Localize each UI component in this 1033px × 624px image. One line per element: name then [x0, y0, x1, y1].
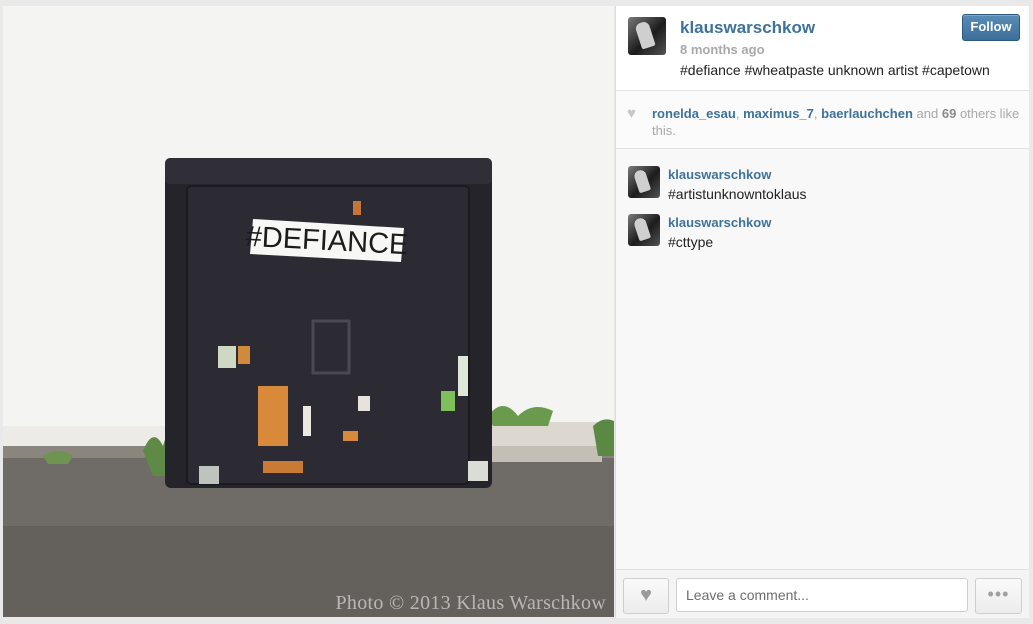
photo-watermark: Photo © 2013 Klaus Warschkow [335, 592, 606, 614]
heart-icon: ♥ [640, 584, 652, 606]
likes-text: ronelda_esau, maximus_7, baerlauchchen a… [652, 106, 1020, 138]
post-caption: #defiance #wheatpaste unknown artist #ca… [680, 62, 990, 78]
comment-text: #cttype [668, 234, 714, 250]
owner-avatar[interactable] [628, 17, 666, 55]
owner-username[interactable]: klauswarschkow [680, 18, 815, 38]
heart-icon: ♥ [627, 105, 636, 122]
follow-button[interactable]: Follow [962, 14, 1020, 41]
commenter-avatar[interactable] [628, 214, 660, 246]
post-viewer: #DEFIANCE Photo © 2013 Klaus Warschkow k… [0, 0, 1033, 624]
photo-scene: #DEFIANCE [3, 6, 614, 617]
comment-item: klauswarschkow #artistunknowntoklaus [616, 164, 1029, 208]
comments-list: klauswarschkow #artistunknowntoklaus kla… [616, 149, 1029, 569]
liker-username[interactable]: baerlauchchen [821, 106, 913, 121]
commenter-username[interactable]: klauswarschkow [668, 215, 771, 230]
likes-others-count[interactable]: 69 [942, 106, 956, 121]
comment-bar: ♥ ••• [616, 569, 1029, 618]
post-timestamp[interactable]: 8 months ago [680, 42, 765, 57]
post-header: klauswarschkow 8 months ago #defiance #w… [616, 6, 1029, 91]
commenter-username[interactable]: klauswarschkow [668, 167, 771, 182]
more-options-button[interactable]: ••• [975, 578, 1022, 614]
comment-text: #artistunknowntoklaus [668, 186, 807, 202]
liker-username[interactable]: maximus_7 [743, 106, 814, 121]
post-side-panel: klauswarschkow 8 months ago #defiance #w… [615, 6, 1029, 618]
commenter-avatar[interactable] [628, 166, 660, 198]
liker-username[interactable]: ronelda_esau [652, 106, 736, 121]
like-button[interactable]: ♥ [623, 578, 669, 614]
post-photo[interactable]: #DEFIANCE Photo © 2013 Klaus Warschkow [3, 6, 614, 617]
ellipsis-icon: ••• [987, 584, 1010, 604]
comment-input[interactable] [676, 578, 968, 612]
comment-item: klauswarschkow #cttype [616, 212, 1029, 256]
likes-summary: ♥ ronelda_esau, maximus_7, baerlauchchen… [616, 91, 1029, 149]
